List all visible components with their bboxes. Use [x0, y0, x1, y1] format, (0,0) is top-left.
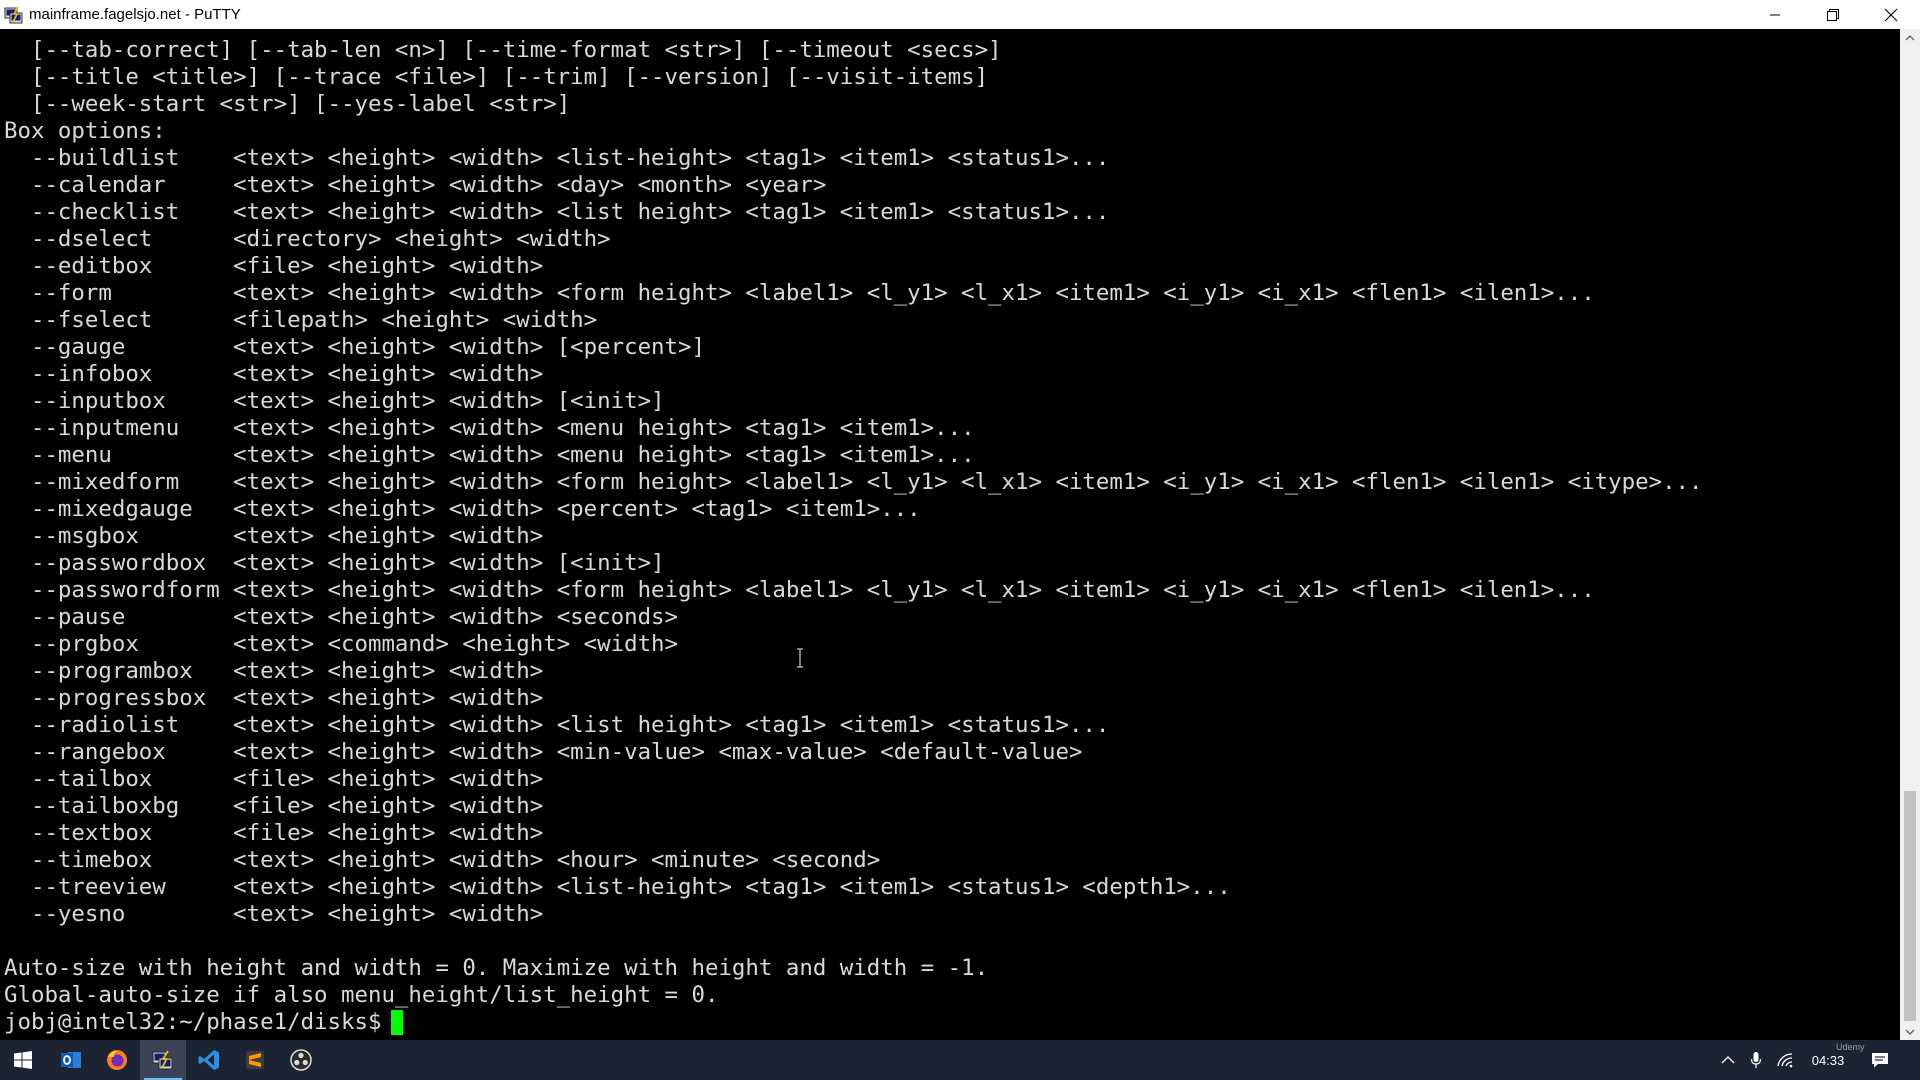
terminal-line: --msgbox <text> <height> <width> [4, 523, 544, 549]
terminal-line: --menu <text> <height> <width> <menu hei… [4, 442, 975, 468]
obs-icon [290, 1049, 312, 1071]
taskbar-firefox[interactable] [94, 1040, 140, 1080]
text-cursor-icon [797, 648, 803, 668]
chevron-up-icon [1721, 1056, 1735, 1064]
terminal-line: --progressbox <text> <height> <width> [4, 685, 544, 711]
terminal-line: --yesno <text> <height> <width> [4, 901, 544, 927]
terminal-line: --infobox <text> <height> <width> [4, 361, 544, 387]
action-center-button[interactable] [1862, 1040, 1898, 1080]
terminal-line: [--week-start <str>] [--yes-label <str>] [4, 91, 571, 117]
terminal-line: --tailboxbg <file> <height> <width> [4, 793, 544, 819]
microphone-icon [1750, 1052, 1762, 1068]
terminal-line: --timebox <text> <height> <width> <hour>… [4, 847, 881, 873]
terminal-line: --form <text> <height> <width> <form hei… [4, 280, 1595, 306]
terminal-line: [--tab-correct] [--tab-len <n>] [--time-… [4, 37, 1002, 63]
terminal-line: --rangebox <text> <height> <width> <min-… [4, 739, 1083, 765]
vertical-scrollbar[interactable] [1900, 29, 1920, 1040]
wifi-icon [1777, 1053, 1793, 1068]
terminal-line: --passwordform <text> <height> <width> <… [4, 577, 1595, 603]
terminal-lines: [--tab-correct] [--tab-len <n>] [--time-… [4, 37, 1703, 1036]
sublime-text-icon [246, 1051, 264, 1069]
terminal-line: [--title <title>] [--trace <file>] [--tr… [4, 64, 989, 90]
terminal-line: --mixedgauge <text> <height> <width> <pe… [4, 496, 921, 522]
terminal-line: --treeview <text> <height> <width> <list… [4, 874, 1231, 900]
terminal-line: --tailbox <file> <height> <width> [4, 766, 544, 792]
terminal-line: Auto-size with height and width = 0. Max… [4, 955, 989, 981]
terminal-line: --editbox <file> <height> <width> [4, 253, 544, 279]
scroll-down-button[interactable] [1900, 1023, 1920, 1040]
terminal-line: --buildlist <text> <height> <width> <lis… [4, 145, 1110, 171]
terminal-line: Box options: [4, 118, 166, 144]
tray-overflow-button[interactable] [1716, 1040, 1740, 1080]
firefox-icon [107, 1050, 127, 1070]
taskbar [0, 1040, 1920, 1080]
putty-window: mainframe.fagelsjo.net - PuTTY [--tab-co… [0, 0, 1920, 1040]
terminal-line: --textbox <file> <height> <width> [4, 820, 544, 846]
vscode-icon [198, 1050, 219, 1070]
shell-prompt-line[interactable]: jobj@intel32:~/phase1/disks$ [4, 1009, 1703, 1036]
minimize-button[interactable] [1746, 0, 1804, 29]
start-button[interactable] [0, 1040, 46, 1080]
terminal-line: --calendar <text> <height> <width> <day>… [4, 172, 827, 198]
chevron-down-icon [1905, 1029, 1915, 1035]
terminal-line: --radiolist <text> <height> <width> <lis… [4, 712, 1110, 738]
scroll-up-button[interactable] [1900, 29, 1920, 46]
restore-button[interactable] [1804, 0, 1862, 29]
taskbar-vscode[interactable] [186, 1040, 232, 1080]
terminal-line: --inputbox <text> <height> <width> [<ini… [4, 388, 665, 414]
title-bar[interactable]: mainframe.fagelsjo.net - PuTTY [0, 0, 1920, 29]
close-icon [1884, 8, 1898, 21]
putty-icon [152, 1050, 173, 1070]
terminal-line: --programbox <text> <height> <width> [4, 658, 544, 684]
terminal-line: --prgbox <text> <command> <height> <widt… [4, 631, 679, 657]
restore-icon [1827, 8, 1839, 21]
terminal-output[interactable]: [--tab-correct] [--tab-len <n>] [--time-… [0, 29, 1900, 1040]
terminal-line: --checklist <text> <height> <width> <lis… [4, 199, 1110, 225]
terminal-line: Global-auto-size if also menu_height/lis… [4, 982, 719, 1008]
taskbar-obs[interactable] [278, 1040, 324, 1080]
terminal-line: --mixedform <text> <height> <width> <for… [4, 469, 1703, 495]
tray-microphone[interactable] [1744, 1040, 1768, 1080]
terminal-line: --gauge <text> <height> <width> [<percen… [4, 334, 705, 360]
taskbar-outlook[interactable] [48, 1040, 94, 1080]
tray-network[interactable] [1772, 1040, 1798, 1080]
scrollbar-thumb[interactable] [1904, 791, 1916, 1021]
minimize-icon [1770, 14, 1780, 15]
terminal-cursor [391, 1010, 404, 1035]
window-controls [1746, 0, 1920, 29]
close-button[interactable] [1862, 0, 1920, 29]
terminal-line: --fselect <filepath> <height> <width> [4, 307, 598, 333]
windows-start-icon [14, 1051, 32, 1069]
terminal-line: --inputmenu <text> <height> <width> <men… [4, 415, 975, 441]
terminal-line: --dselect <directory> <height> <width> [4, 226, 611, 252]
clock-time: 04:33 [1811, 1052, 1845, 1068]
window-title: mainframe.fagelsjo.net - PuTTY [29, 6, 241, 23]
udemy-watermark: Udemy [1836, 1042, 1865, 1052]
terminal-line: --pause <text> <height> <width> <seconds… [4, 604, 679, 630]
outlook-icon [61, 1052, 81, 1068]
shell-prompt: jobj@intel32:~/phase1/disks$ [4, 1009, 382, 1035]
terminal-line: --passwordbox <text> <height> <width> [<… [4, 550, 665, 576]
putty-icon[interactable] [3, 4, 25, 26]
notification-icon [1872, 1053, 1888, 1068]
taskbar-putty[interactable] [140, 1040, 186, 1080]
chevron-up-icon [1905, 34, 1915, 40]
taskbar-sublime-text[interactable] [232, 1040, 278, 1080]
